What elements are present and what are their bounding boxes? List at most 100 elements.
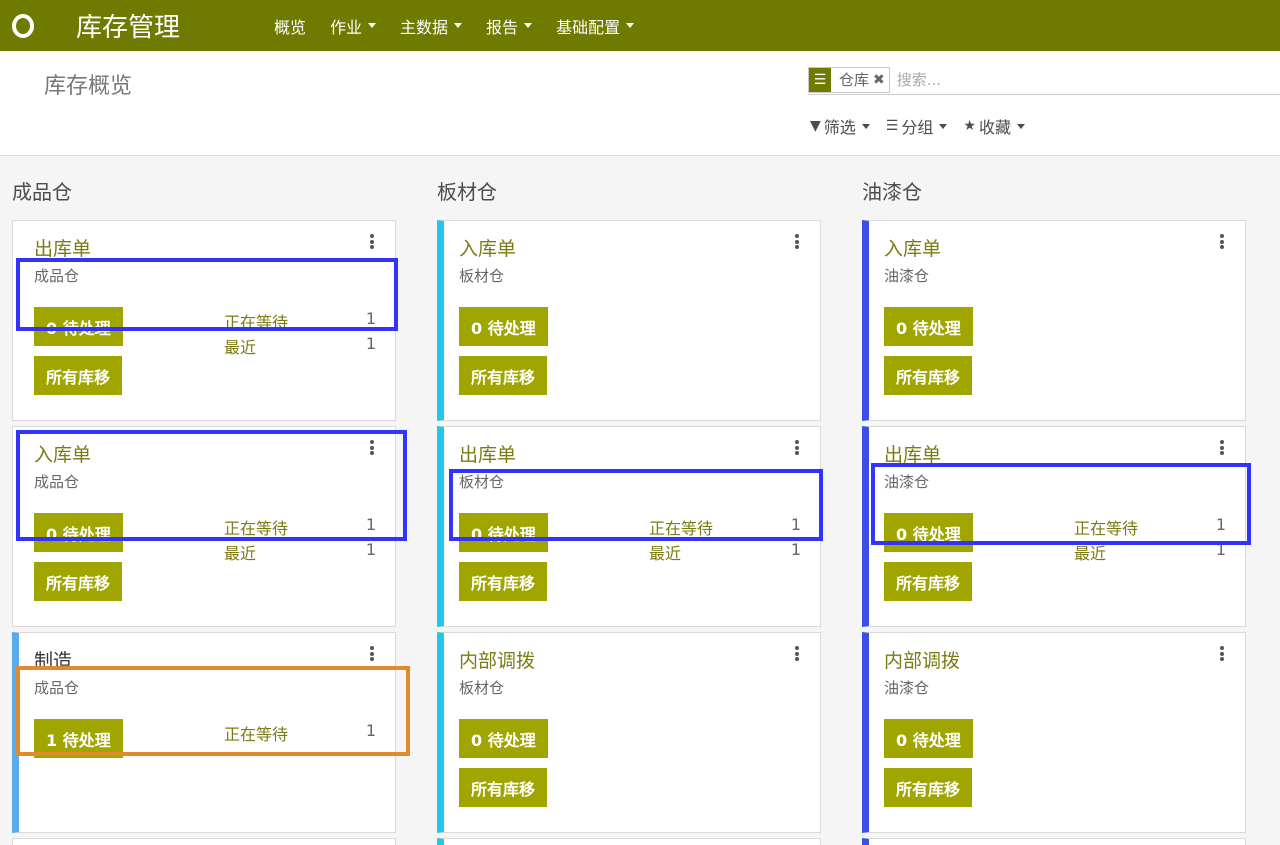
search-bar: ☰ 仓库 ✖ bbox=[808, 65, 1280, 95]
kebab-menu-icon[interactable] bbox=[369, 440, 375, 457]
all-moves-button[interactable]: 所有库移 bbox=[459, 768, 548, 807]
waiting-link[interactable]: 正在等待 bbox=[1074, 515, 1138, 539]
all-moves-button[interactable]: 所有库移 bbox=[459, 356, 548, 395]
kanban-card[interactable]: 制造 成品仓 1 待处理 正在等待 1 bbox=[12, 632, 396, 833]
kanban-card-partial bbox=[862, 838, 1246, 845]
search-input[interactable] bbox=[896, 70, 1267, 89]
menu-configuration[interactable]: 基础配置 bbox=[544, 14, 646, 38]
all-moves-button[interactable]: 所有库移 bbox=[34, 356, 123, 395]
pending-button[interactable]: 0 待处理 bbox=[459, 719, 548, 758]
recent-link[interactable]: 最近 bbox=[224, 540, 256, 564]
group-by-label: 分组 bbox=[901, 118, 934, 137]
recent-link[interactable]: 最近 bbox=[224, 334, 256, 358]
card-title[interactable]: 制造 bbox=[34, 646, 72, 673]
pending-button[interactable]: 0 待处理 bbox=[34, 513, 123, 552]
card-title[interactable]: 入库单 bbox=[459, 234, 516, 261]
card-title[interactable]: 出库单 bbox=[884, 440, 941, 467]
card-title[interactable]: 入库单 bbox=[34, 440, 91, 467]
waiting-count: 1 bbox=[365, 721, 376, 740]
card-subtitle: 板材仓 bbox=[459, 679, 505, 697]
kebab-menu-icon[interactable] bbox=[369, 646, 375, 663]
menu-master-data[interactable]: 主数据 bbox=[388, 14, 474, 38]
pending-button[interactable]: 0 待处理 bbox=[884, 513, 973, 552]
menu-reports[interactable]: 报告 bbox=[474, 14, 544, 38]
filter-button[interactable]: ▼ 筛选 bbox=[810, 114, 870, 138]
caret-down-icon bbox=[626, 23, 635, 28]
caret-down-icon bbox=[939, 123, 948, 129]
kebab-menu-icon[interactable] bbox=[1219, 440, 1225, 457]
favorites-label: 收藏 bbox=[978, 118, 1011, 137]
menu-item-label: 基础配置 bbox=[556, 17, 621, 37]
filter-icon: ▼ bbox=[810, 118, 821, 134]
waiting-link[interactable]: 正在等待 bbox=[224, 515, 288, 539]
column-title: 油漆仓 bbox=[862, 180, 922, 204]
facet-value: 仓库 bbox=[839, 71, 870, 89]
kanban-card[interactable]: 入库单 油漆仓 0 待处理 所有库移 bbox=[862, 220, 1246, 421]
card-title[interactable]: 出库单 bbox=[34, 234, 91, 261]
pending-button[interactable]: 0 待处理 bbox=[34, 307, 123, 346]
pending-button[interactable]: 0 待处理 bbox=[459, 307, 548, 346]
kanban-card[interactable]: 入库单 成品仓 0 待处理 所有库移 正在等待 1 最近 1 bbox=[12, 426, 396, 627]
card-title[interactable]: 出库单 bbox=[459, 440, 516, 467]
kanban-card[interactable]: 入库单 板材仓 0 待处理 所有库移 bbox=[437, 220, 821, 421]
caret-down-icon bbox=[524, 23, 533, 28]
favorites-button[interactable]: ★ 收藏 bbox=[963, 114, 1025, 138]
pending-button[interactable]: 0 待处理 bbox=[884, 719, 973, 758]
kanban-card[interactable]: 内部调拨 油漆仓 0 待处理 所有库移 bbox=[862, 632, 1246, 833]
caret-down-icon bbox=[861, 123, 870, 129]
card-title[interactable]: 内部调拨 bbox=[884, 646, 960, 673]
menu-item-label: 概览 bbox=[274, 17, 307, 37]
pending-button[interactable]: 0 待处理 bbox=[884, 307, 973, 346]
kanban-card[interactable]: 内部调拨 板材仓 0 待处理 所有库移 bbox=[437, 632, 821, 833]
all-moves-button[interactable]: 所有库移 bbox=[884, 356, 973, 395]
waiting-count: 1 bbox=[790, 515, 801, 534]
page-title: 库存概览 bbox=[44, 74, 133, 99]
kebab-menu-icon[interactable] bbox=[1219, 646, 1225, 663]
star-icon: ★ bbox=[963, 118, 976, 134]
recent-count: 1 bbox=[365, 334, 376, 353]
search-facet: ☰ 仓库 ✖ bbox=[808, 66, 890, 93]
menu-item-label: 主数据 bbox=[400, 17, 449, 37]
menu-overview[interactable]: 概览 bbox=[262, 14, 318, 38]
main-menu: 概览 作业 主数据 报告 基础配置 bbox=[262, 14, 646, 38]
menu-item-label: 报告 bbox=[486, 17, 519, 37]
group-by-button[interactable]: ☰ 分组 bbox=[886, 114, 948, 138]
pending-button[interactable]: 0 待处理 bbox=[459, 513, 548, 552]
recent-link[interactable]: 最近 bbox=[1074, 540, 1106, 564]
waiting-link[interactable]: 正在等待 bbox=[224, 721, 288, 745]
caret-down-icon bbox=[368, 23, 377, 28]
caret-down-icon bbox=[454, 23, 463, 28]
recent-count: 1 bbox=[790, 540, 801, 559]
recent-link[interactable]: 最近 bbox=[649, 540, 681, 564]
kebab-menu-icon[interactable] bbox=[794, 646, 800, 663]
kebab-menu-icon[interactable] bbox=[369, 234, 375, 251]
column-title: 成品仓 bbox=[12, 180, 72, 204]
pending-button[interactable]: 1 待处理 bbox=[34, 719, 123, 758]
waiting-count: 1 bbox=[365, 515, 376, 534]
kanban-card[interactable]: 出库单 油漆仓 0 待处理 所有库移 正在等待 1 最近 1 bbox=[862, 426, 1246, 627]
caret-down-icon bbox=[1016, 123, 1025, 129]
all-moves-button[interactable]: 所有库移 bbox=[884, 768, 973, 807]
facet-remove-icon[interactable]: ✖ bbox=[873, 72, 889, 88]
apps-logo-icon[interactable] bbox=[0, 0, 46, 51]
control-panel: 库存概览 ☰ 仓库 ✖ ▼筛选 ☰分组 ★收藏 bbox=[0, 51, 1280, 156]
kanban-card[interactable]: 出库单 成品仓 0 待处理 所有库移 正在等待 1 最近 1 bbox=[12, 220, 396, 421]
all-moves-button[interactable]: 所有库移 bbox=[34, 562, 123, 601]
card-subtitle: 成品仓 bbox=[34, 679, 80, 697]
card-title[interactable]: 内部调拨 bbox=[459, 646, 535, 673]
kanban-card[interactable]: 出库单 板材仓 0 待处理 所有库移 正在等待 1 最近 1 bbox=[437, 426, 821, 627]
filter-label: 筛选 bbox=[823, 118, 856, 137]
waiting-link[interactable]: 正在等待 bbox=[224, 309, 288, 333]
waiting-link[interactable]: 正在等待 bbox=[649, 515, 713, 539]
all-moves-button[interactable]: 所有库移 bbox=[884, 562, 973, 601]
kebab-menu-icon[interactable] bbox=[794, 234, 800, 251]
list-icon: ☰ bbox=[885, 118, 899, 134]
card-subtitle: 板材仓 bbox=[459, 473, 505, 491]
card-title[interactable]: 入库单 bbox=[884, 234, 941, 261]
all-moves-button[interactable]: 所有库移 bbox=[459, 562, 548, 601]
card-subtitle: 油漆仓 bbox=[884, 679, 930, 697]
top-navbar: 库存管理 概览 作业 主数据 报告 基础配置 bbox=[0, 0, 1280, 51]
menu-operations[interactable]: 作业 bbox=[318, 14, 388, 38]
kebab-menu-icon[interactable] bbox=[794, 440, 800, 457]
kebab-menu-icon[interactable] bbox=[1219, 234, 1225, 251]
